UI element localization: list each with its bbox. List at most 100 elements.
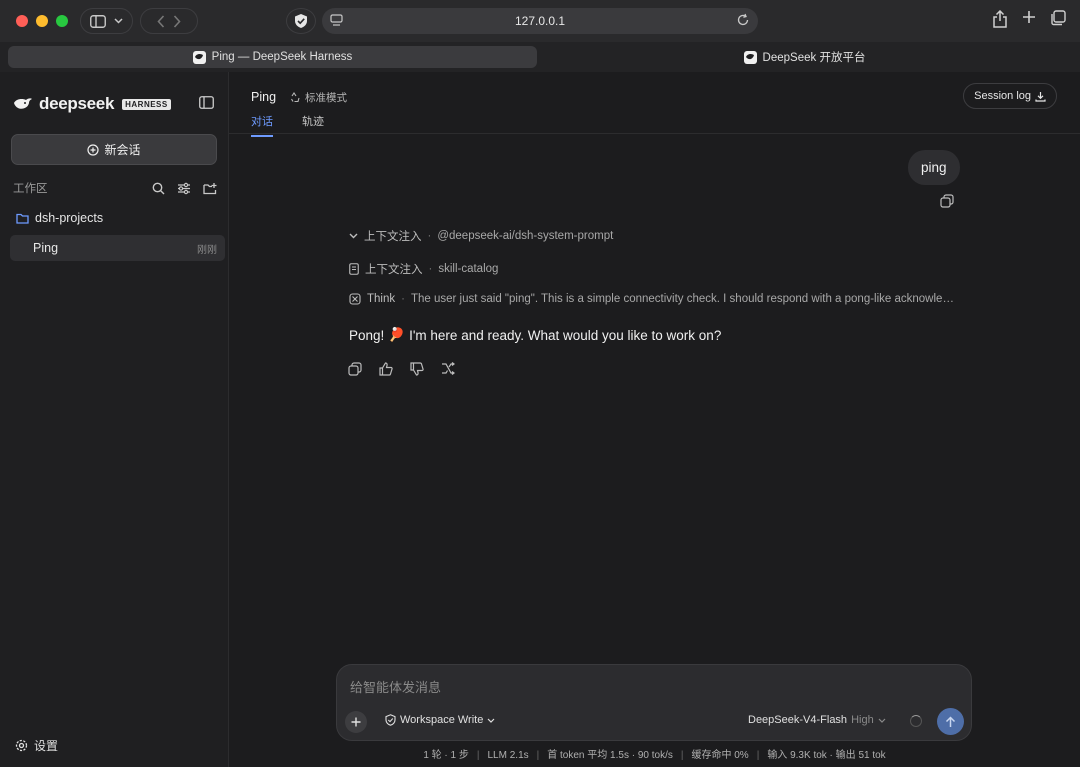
browser-tab-bar: Ping — DeepSeek Harness DeepSeek 开放平台	[0, 42, 1080, 72]
share-icon[interactable]	[992, 10, 1008, 28]
address-bar[interactable]: 127.0.0.1	[322, 8, 758, 34]
thumbs-down-icon[interactable]	[410, 362, 424, 376]
reply-text-end: I'm here and ready. What would you like …	[409, 327, 722, 343]
tab-overview-icon[interactable]	[1050, 10, 1066, 26]
forward-icon[interactable]	[173, 14, 181, 28]
reply-text-start: Pong!	[349, 327, 385, 343]
branch-icon[interactable]	[441, 362, 455, 376]
document-icon	[349, 263, 359, 275]
workspace-folder[interactable]: dsh-projects	[16, 211, 103, 225]
tab-title: Ping — DeepSeek Harness	[211, 51, 353, 63]
permission-label: Workspace Write	[400, 714, 484, 726]
chat-list-item[interactable]: Ping 刚刚	[10, 235, 225, 261]
copy-icon[interactable]	[940, 194, 954, 208]
model-selector[interactable]: DeepSeek-V4-Flash High	[748, 714, 886, 726]
view-tabs: 对话 轨迹	[251, 113, 324, 137]
chevron-down-icon	[878, 718, 886, 723]
window-controls	[16, 15, 68, 27]
plus-icon	[351, 717, 361, 727]
settings-button[interactable]: 设置	[15, 737, 58, 754]
collapse-sidebar-icon[interactable]	[199, 96, 214, 109]
deepseek-favicon-icon	[743, 50, 757, 64]
arrow-up-icon	[945, 715, 956, 727]
attach-button[interactable]	[345, 711, 367, 733]
sidebar-icon	[90, 14, 106, 28]
chevron-down-icon	[114, 18, 123, 24]
status-first-token: 首 token 平均 1.5s · 90 tok/s	[547, 750, 673, 761]
harness-badge: HARNESS	[122, 98, 171, 110]
browser-tab-inactive[interactable]: DeepSeek 开放平台	[541, 46, 1068, 68]
brand-logo: deepseek HARNESS	[13, 94, 171, 114]
search-icon[interactable]	[152, 182, 165, 195]
step-label: Think	[367, 293, 396, 305]
session-log-label: Session log	[974, 90, 1031, 102]
context-injection-step[interactable]: 上下文注入 · @deepseek-ai/dsh-system-prompt	[349, 228, 613, 244]
browser-nav-buttons	[140, 8, 198, 34]
deepseek-favicon-icon	[192, 50, 206, 64]
browser-sidebar-toggle[interactable]	[80, 8, 133, 34]
maximize-window-button[interactable]	[56, 15, 68, 27]
step-label: 上下文注入	[364, 231, 422, 243]
mode-indicator[interactable]: 标准模式	[290, 90, 347, 105]
main-panel: Ping 标准模式 对话 轨迹 Session log ping 上下文注入 ·…	[229, 72, 1080, 767]
context-injection-step[interactable]: 上下文注入 · skill-catalog	[349, 261, 498, 277]
conversation-header: Ping 标准模式 对话 轨迹 Session log	[229, 72, 1080, 137]
plus-circle-icon	[87, 143, 100, 156]
close-window-button[interactable]	[16, 15, 28, 27]
new-chat-button[interactable]: 新会话	[11, 134, 217, 165]
message-composer: Workspace Write DeepSeek-V4-Flash High	[336, 664, 972, 741]
session-log-button[interactable]: Session log	[963, 83, 1057, 109]
recycle-icon	[291, 92, 300, 103]
thumbs-up-icon[interactable]	[379, 362, 393, 376]
chat-name: Ping	[33, 241, 59, 255]
brand-name: deepseek	[39, 94, 115, 113]
browser-actions	[992, 10, 1066, 28]
status-turns: 1 轮 · 1 步	[423, 750, 469, 761]
browser-tab-active[interactable]: Ping — DeepSeek Harness	[8, 46, 537, 68]
reply-actions	[348, 362, 455, 376]
mode-label: 标准模式	[305, 92, 347, 104]
permission-selector[interactable]: Workspace Write	[385, 714, 495, 726]
whale-logo-icon	[14, 98, 32, 109]
filter-sliders-icon[interactable]	[177, 182, 191, 195]
url-text: 127.0.0.1	[514, 14, 566, 28]
new-tab-icon[interactable]	[1022, 10, 1036, 24]
download-icon	[1035, 91, 1046, 102]
folder-name: dsh-projects	[35, 211, 104, 225]
copy-icon[interactable]	[348, 362, 362, 376]
think-step[interactable]: Think · The user just said "ping". This …	[349, 293, 959, 305]
user-message-text: ping	[921, 160, 947, 175]
page-menu-icon[interactable]	[330, 13, 344, 27]
new-folder-icon[interactable]	[203, 182, 217, 195]
reasoning-effort: High	[851, 714, 874, 726]
step-label: 上下文注入	[365, 264, 423, 276]
tab-conversation[interactable]: 对话	[251, 113, 273, 137]
folder-icon	[16, 213, 29, 224]
chevron-down-icon	[349, 233, 358, 239]
tab-title: DeepSeek 开放平台	[762, 52, 866, 64]
message-input[interactable]	[350, 676, 950, 698]
step-detail: The user just said "ping". This is a sim…	[410, 293, 956, 305]
step-detail: @deepseek-ai/dsh-system-prompt	[437, 230, 614, 242]
tab-trace[interactable]: 轨迹	[302, 113, 324, 137]
minimize-window-button[interactable]	[36, 15, 48, 27]
loading-spinner-icon	[910, 715, 922, 727]
new-chat-label: 新会话	[104, 143, 141, 157]
status-tokens: 输入 9.3K tok · 输出 51 tok	[767, 750, 886, 761]
browser-titlebar: 127.0.0.1	[0, 0, 1080, 42]
status-cache-hit: 缓存命中 0%	[691, 750, 749, 761]
assistant-reply: Pong! 🏓 I'm here and ready. What would y…	[349, 327, 721, 343]
user-message-bubble: ping	[908, 150, 960, 185]
gear-icon	[15, 739, 28, 752]
workspace-label: 工作区	[13, 183, 48, 195]
back-icon[interactable]	[157, 14, 165, 28]
reload-icon[interactable]	[736, 13, 750, 27]
shield-check-icon	[385, 714, 396, 726]
send-button[interactable]	[937, 708, 964, 735]
conversation-title: Ping	[251, 90, 277, 104]
chevron-down-icon	[487, 718, 495, 723]
privacy-shield-button[interactable]	[286, 8, 316, 34]
workspace-header: 工作区	[13, 180, 217, 196]
status-llm-time: LLM 2.1s	[487, 750, 529, 761]
step-detail: skill-catalog	[438, 263, 499, 275]
